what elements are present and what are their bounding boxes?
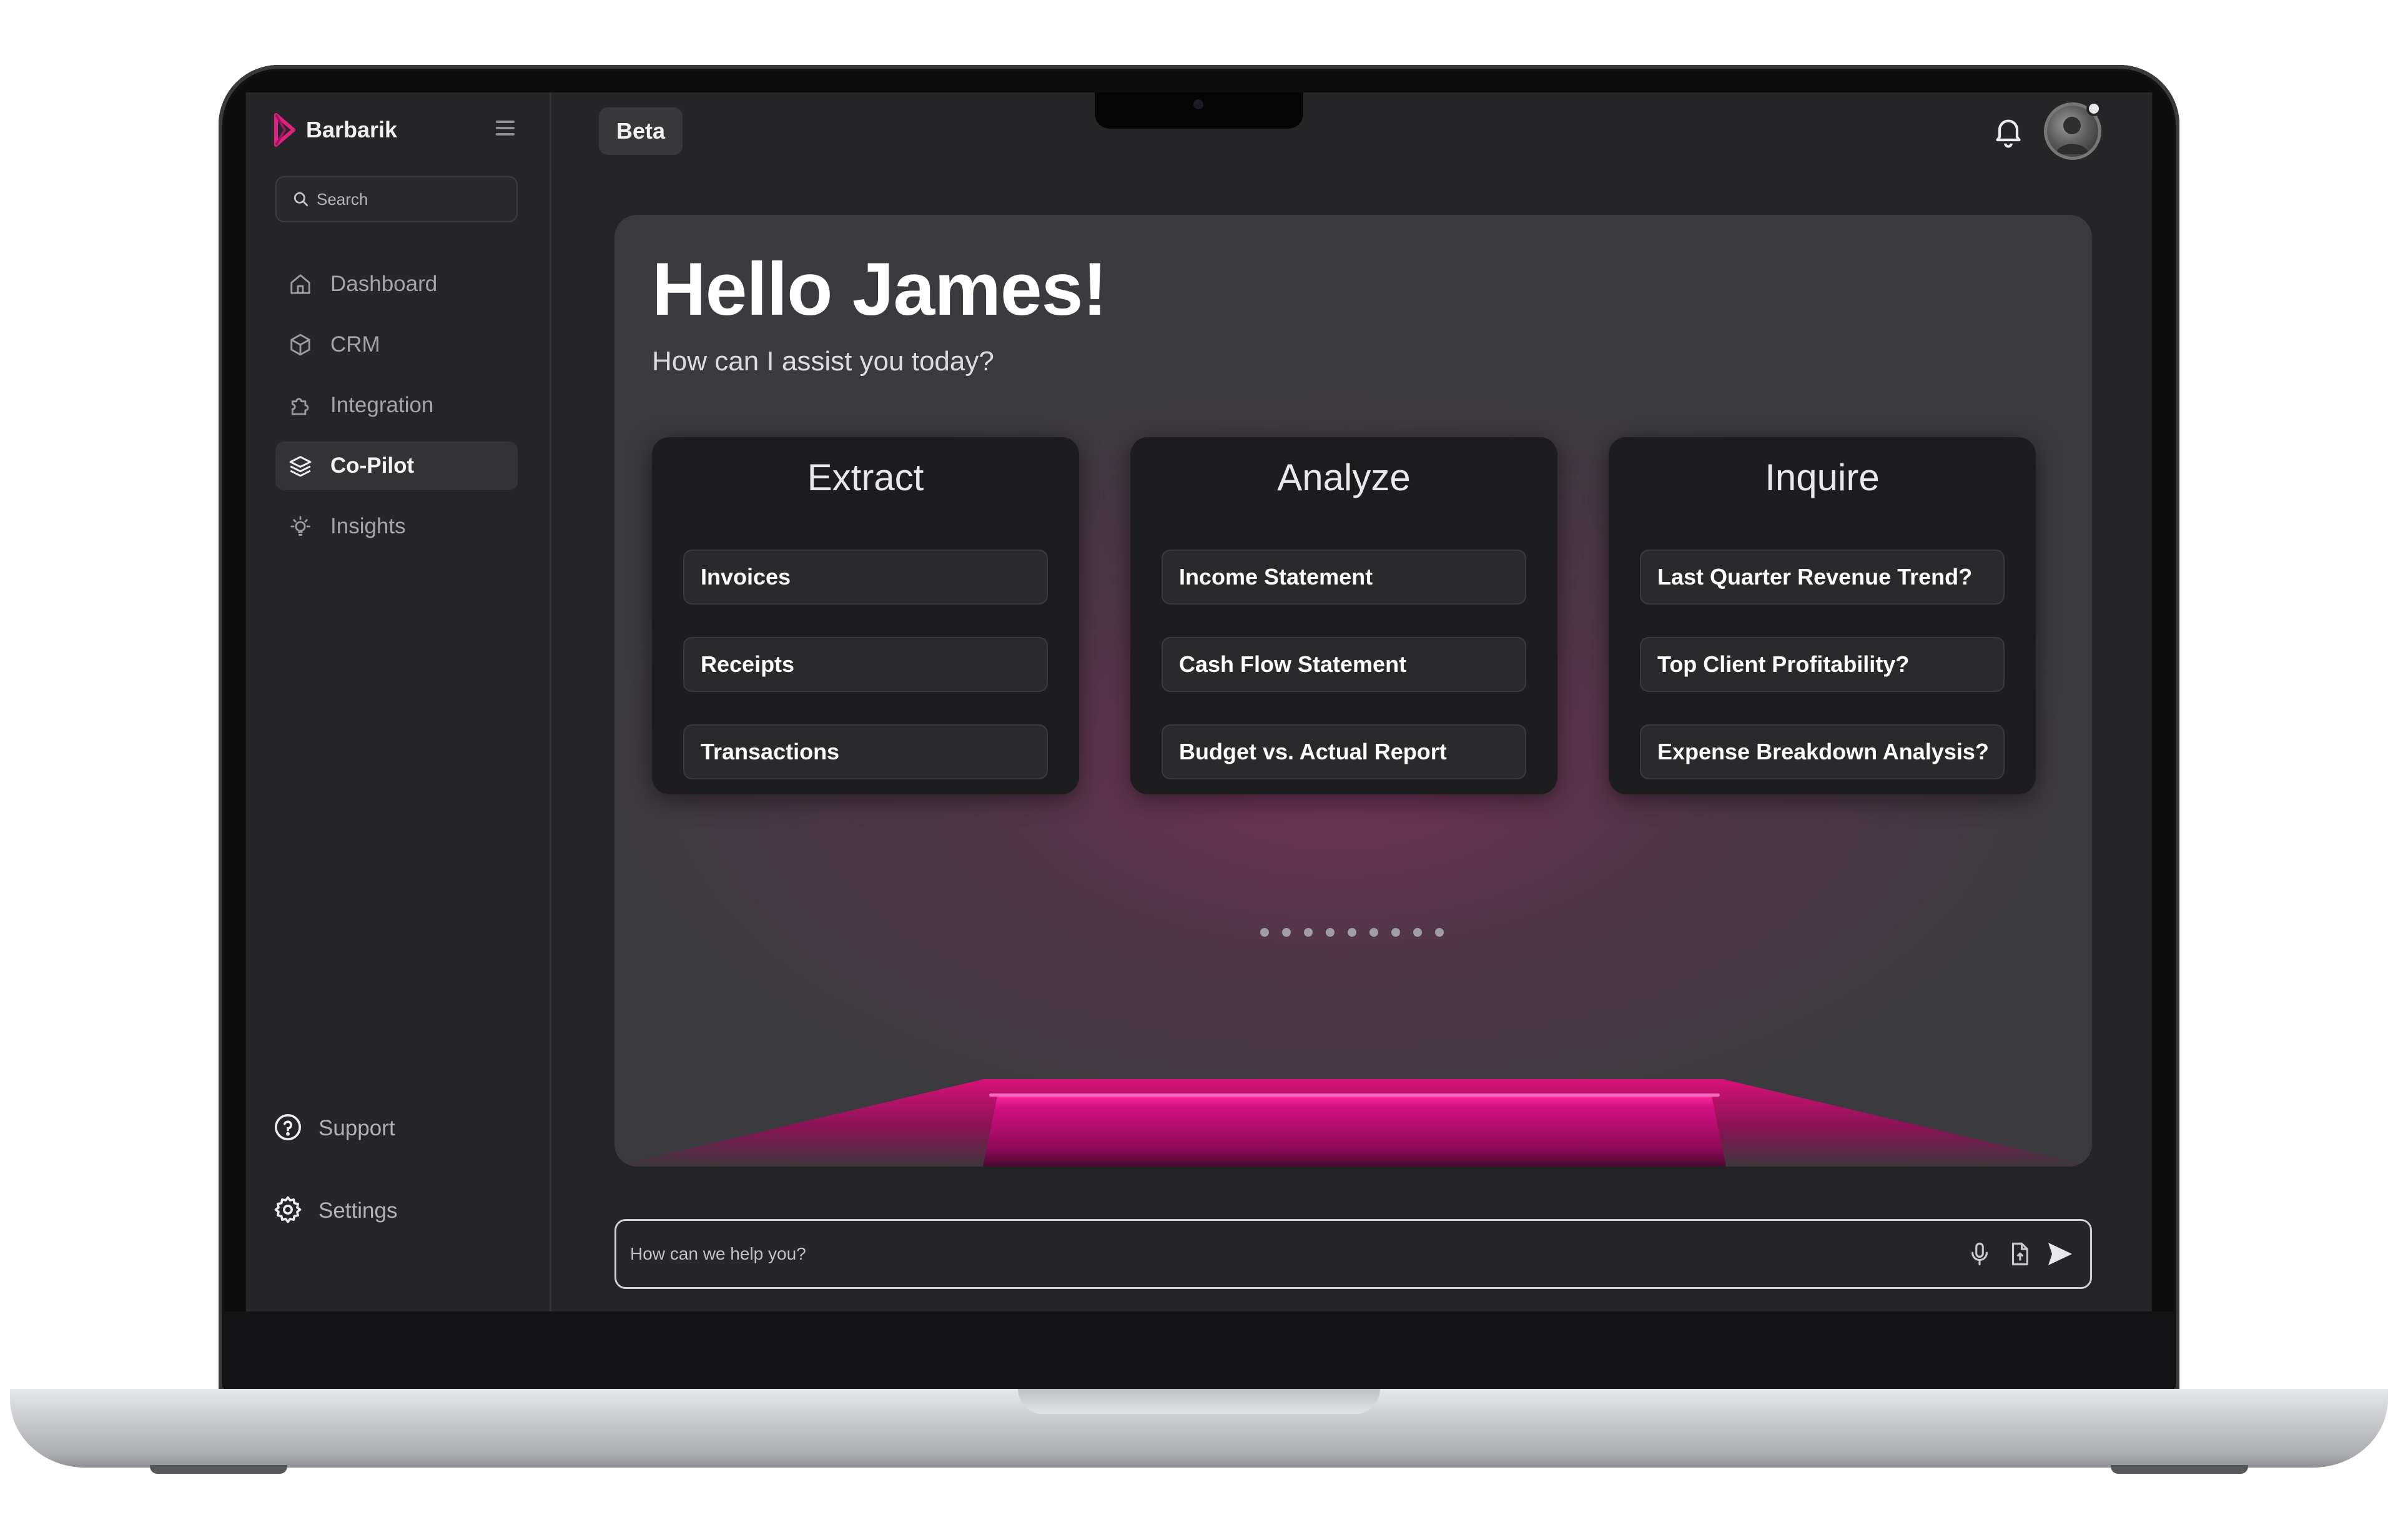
option-income-statement[interactable]: Income Statement — [1162, 550, 1526, 605]
glow-platform-rim — [989, 1093, 1720, 1097]
search-icon — [294, 192, 308, 207]
card-title: Analyze — [1277, 457, 1411, 498]
option-transactions[interactable]: Transactions — [683, 724, 1048, 779]
camera-notch — [1095, 92, 1303, 129]
laptop-base-groove — [1018, 1389, 1380, 1414]
app-screen: Barbarik Dashboard CRM — [246, 92, 2152, 1311]
sidebar-item-settings[interactable]: Settings — [274, 1187, 523, 1235]
microphone-icon[interactable] — [1961, 1236, 1998, 1272]
sidebar: Barbarik Dashboard CRM — [246, 92, 551, 1311]
loading-dots — [1260, 928, 1444, 937]
search-box[interactable] — [275, 176, 518, 222]
sidebar-item-dashboard[interactable]: Dashboard — [275, 260, 518, 308]
option-budget-vs-actual[interactable]: Budget vs. Actual Report — [1162, 724, 1526, 779]
laptop-bezel-chin — [224, 1311, 2174, 1389]
card-extract: Extract Invoices Receipts Transactions — [652, 437, 1079, 794]
chat-input-bar — [614, 1219, 2092, 1289]
home-icon — [287, 270, 314, 298]
option-invoices[interactable]: Invoices — [683, 550, 1048, 605]
sidebar-item-label: Dashboard — [330, 272, 438, 296]
notification-bell-icon[interactable] — [1991, 114, 2026, 149]
cube-icon — [287, 331, 314, 358]
laptop-foot-left — [150, 1465, 287, 1474]
sidebar-item-label: Integration — [330, 393, 434, 417]
beta-badge: Beta — [599, 107, 683, 155]
sidebar-item-insights[interactable]: Insights — [275, 502, 518, 551]
sidebar-item-integration[interactable]: Integration — [275, 381, 518, 430]
sidebar-item-label: CRM — [330, 332, 380, 357]
sidebar-item-support[interactable]: Support — [274, 1104, 523, 1153]
greeting-title: Hello James! — [652, 247, 1107, 331]
option-receipts[interactable]: Receipts — [683, 637, 1048, 692]
chat-input[interactable] — [630, 1244, 1961, 1264]
help-circle-icon — [274, 1113, 302, 1145]
greeting-subtitle: How can I assist you today? — [652, 346, 994, 377]
sidebar-item-label: Co-Pilot — [330, 453, 415, 478]
online-status-dot — [2086, 101, 2101, 116]
sidebar-item-label: Insights — [330, 514, 406, 538]
brand[interactable]: Barbarik — [272, 110, 397, 150]
card-title: Inquire — [1765, 457, 1880, 498]
copilot-panel: Hello James! How can I assist you today?… — [614, 215, 2092, 1167]
option-expense-breakdown[interactable]: Expense Breakdown Analysis? — [1640, 724, 2005, 779]
top-bar: Beta — [551, 92, 2152, 170]
webcam — [1193, 99, 1203, 109]
lightbulb-icon — [287, 513, 314, 540]
sidebar-item-crm[interactable]: CRM — [275, 320, 518, 369]
hamburger-menu-icon[interactable] — [496, 119, 515, 137]
glow-platform — [983, 1094, 1726, 1167]
layers-icon — [287, 452, 314, 480]
sidebar-item-co-pilot[interactable]: Co-Pilot — [275, 442, 518, 490]
sidebar-item-label: Settings — [318, 1198, 398, 1223]
card-title: Extract — [807, 457, 924, 498]
sidebar-nav: Dashboard CRM Integration Co-Pilot Insig… — [275, 260, 518, 563]
card-analyze: Analyze Income Statement Cash Flow State… — [1130, 437, 1557, 794]
option-revenue-trend[interactable]: Last Quarter Revenue Trend? — [1640, 550, 2005, 605]
laptop-foot-right — [2111, 1465, 2248, 1474]
attach-file-icon[interactable] — [2001, 1236, 2038, 1272]
brand-logo-icon — [274, 113, 295, 147]
card-inquire: Inquire Last Quarter Revenue Trend? Top … — [1609, 437, 2036, 794]
gear-icon — [274, 1195, 302, 1227]
sidebar-bottom-nav: Support Settings — [274, 1104, 523, 1235]
brand-name: Barbarik — [306, 117, 398, 142]
puzzle-icon — [287, 392, 314, 419]
sidebar-item-label: Support — [318, 1116, 395, 1140]
option-client-profitability[interactable]: Top Client Profitability? — [1640, 637, 2005, 692]
send-icon[interactable] — [2041, 1236, 2078, 1272]
option-cash-flow-statement[interactable]: Cash Flow Statement — [1162, 637, 1526, 692]
search-input[interactable] — [317, 189, 504, 209]
